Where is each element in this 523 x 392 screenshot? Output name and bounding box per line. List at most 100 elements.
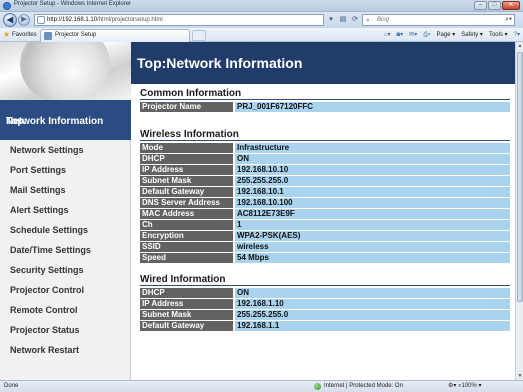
table-row: Projector Name PRJ_001F67120FFC	[140, 102, 510, 112]
row-value: ON	[235, 154, 510, 164]
globe-icon	[314, 383, 321, 390]
search-go-icon[interactable]: ⌕▾	[505, 15, 512, 25]
table-row: Subnet Mask 255.255.255.0	[140, 176, 510, 186]
sidebar-item-alert-settings[interactable]: Alert Settings	[0, 200, 131, 220]
row-value: 192.168.10.10	[235, 165, 510, 175]
row-value: 192.168.1.1	[235, 321, 510, 331]
sidebar-item-network-settings[interactable]: Network Settings	[0, 140, 131, 160]
address-dropdown-icon[interactable]: ▾	[326, 14, 336, 26]
row-label: SSID	[140, 242, 235, 252]
browser-window: Projector Setup - Windows Internet Explo…	[0, 0, 523, 392]
table-row: DHCP ON	[140, 288, 510, 298]
sidebar-item-projector-status[interactable]: Projector Status	[0, 320, 131, 340]
search-placeholder: Bing	[377, 17, 390, 23]
row-label: MAC Address	[140, 209, 235, 219]
url-path: /html/projectorsetup.html	[97, 17, 163, 23]
table-row: Speed 54 Mbps	[140, 253, 510, 263]
feeds-icon[interactable]: ◙▾	[397, 30, 404, 40]
page-content: Top: Network Information Network Settings…	[0, 42, 515, 380]
new-tab-button[interactable]	[192, 30, 206, 41]
row-label: Default Gateway	[140, 321, 235, 331]
ie-icon	[3, 2, 11, 10]
row-label: Mode	[140, 143, 235, 153]
page-header: Top:Network Information	[131, 42, 515, 84]
sidebar-active-line2: Network Information	[6, 116, 104, 127]
row-value: 192.168.10.1	[235, 187, 510, 197]
row-value: 192.168.10.100	[235, 198, 510, 208]
address-bar[interactable]: http://192.168.1.10/html/projectorsetup.…	[34, 14, 324, 26]
minimize-button[interactable]: –	[474, 1, 487, 10]
scrollbar-thumb[interactable]	[517, 52, 523, 302]
security-zone[interactable]: Internet | Protected Mode: On	[314, 381, 403, 392]
table-row: IP Address 192.168.1.10	[140, 299, 510, 309]
forward-button[interactable]: ▶	[18, 14, 30, 26]
row-label: Speed	[140, 253, 235, 263]
refresh-icon[interactable]: ⟳	[350, 14, 360, 26]
close-button[interactable]: ✕	[502, 1, 520, 10]
protected-icon: ⚙▾	[448, 383, 459, 389]
row-label: Subnet Mask	[140, 176, 235, 186]
page-icon	[37, 16, 45, 24]
tools-menu[interactable]: Tools ▾	[489, 30, 508, 40]
row-label: Projector Name	[140, 102, 235, 112]
row-value: wireless	[235, 242, 510, 252]
row-value: WPA2-PSK(AES)	[235, 231, 510, 241]
search-input[interactable]: ⌕ Bing ⌕▾	[362, 14, 515, 26]
favorites-button[interactable]: ★ Favorites	[3, 30, 37, 40]
print-icon[interactable]: ⎙▾	[423, 30, 430, 40]
tab-projector-setup[interactable]: Projector Setup	[40, 29, 190, 42]
sidebar-item-network-restart[interactable]: Network Restart	[0, 340, 131, 360]
sidebar-item-network-information[interactable]: Top: Network Information	[0, 100, 131, 140]
row-value: 255.255.255.0	[235, 176, 510, 186]
back-button[interactable]: ◀	[3, 13, 17, 27]
sidebar-item-mail-settings[interactable]: Mail Settings	[0, 180, 131, 200]
row-label: DHCP	[140, 154, 235, 164]
zoom-level: 100%	[461, 383, 477, 389]
row-value: Infrastructure	[235, 143, 510, 153]
section-title-wired: Wired Information	[140, 274, 226, 285]
table-row: IP Address 192.168.10.10	[140, 165, 510, 175]
row-value: 1	[235, 220, 510, 230]
row-label: IP Address	[140, 165, 235, 175]
row-label: Subnet Mask	[140, 310, 235, 320]
sidebar-item-schedule-settings[interactable]: Schedule Settings	[0, 220, 131, 240]
home-icon[interactable]: ⌂▾	[384, 30, 391, 40]
row-value: 54 Mbps	[235, 253, 510, 263]
row-value: ON	[235, 288, 510, 298]
table-row: SSID wireless	[140, 242, 510, 252]
safety-menu[interactable]: Safety ▾	[461, 30, 483, 40]
row-label: Encryption	[140, 231, 235, 241]
zoom-dropdown-icon: ▾	[476, 383, 482, 389]
section-divider	[140, 140, 510, 141]
zoom-control[interactable]: ⚙▾ ⌕100% ▾	[448, 381, 481, 392]
favorites-bar: ★ Favorites Projector Setup ⌂▾ ◙▾ ✉▾ ⎙▾ …	[0, 28, 523, 42]
row-value: PRJ_001F67120FFC	[235, 102, 510, 112]
table-row: DNS Server Address 192.168.10.100	[140, 198, 510, 208]
search-icon: ⌕	[366, 17, 370, 24]
tab-label: Projector Setup	[55, 32, 97, 38]
mail-icon[interactable]: ✉▾	[409, 30, 417, 40]
table-row: DHCP ON	[140, 154, 510, 164]
table-row: Ch 1	[140, 220, 510, 230]
section-title-common: Common Information	[140, 88, 242, 99]
maximize-button[interactable]: □	[488, 1, 501, 10]
scroll-up-icon[interactable]: ▲	[516, 42, 523, 50]
section-divider	[140, 285, 510, 286]
row-value: 255.255.255.0	[235, 310, 510, 320]
vertical-scrollbar[interactable]: ▲ ▼	[515, 42, 523, 380]
table-row: Mode Infrastructure	[140, 143, 510, 153]
compat-view-icon[interactable]: ▤	[338, 14, 348, 26]
sidebar-item-remote-control[interactable]: Remote Control	[0, 300, 131, 320]
sidebar-item-security-settings[interactable]: Security Settings	[0, 260, 131, 280]
window-title: Projector Setup - Windows Internet Explo…	[14, 1, 132, 7]
sidebar-item-projector-control[interactable]: Projector Control	[0, 280, 131, 300]
sidebar: Top: Network Information Network Settings…	[0, 42, 131, 380]
help-icon[interactable]: ?▾	[514, 30, 520, 40]
table-row: Default Gateway 192.168.1.1	[140, 321, 510, 331]
sidebar-item-date-time-settings[interactable]: Date/Time Settings	[0, 240, 131, 260]
page-menu[interactable]: Page ▾	[437, 30, 456, 40]
scroll-down-icon[interactable]: ▼	[516, 372, 523, 380]
sidebar-item-port-settings[interactable]: Port Settings	[0, 160, 131, 180]
section-divider	[140, 99, 510, 100]
table-row: Encryption WPA2-PSK(AES)	[140, 231, 510, 241]
